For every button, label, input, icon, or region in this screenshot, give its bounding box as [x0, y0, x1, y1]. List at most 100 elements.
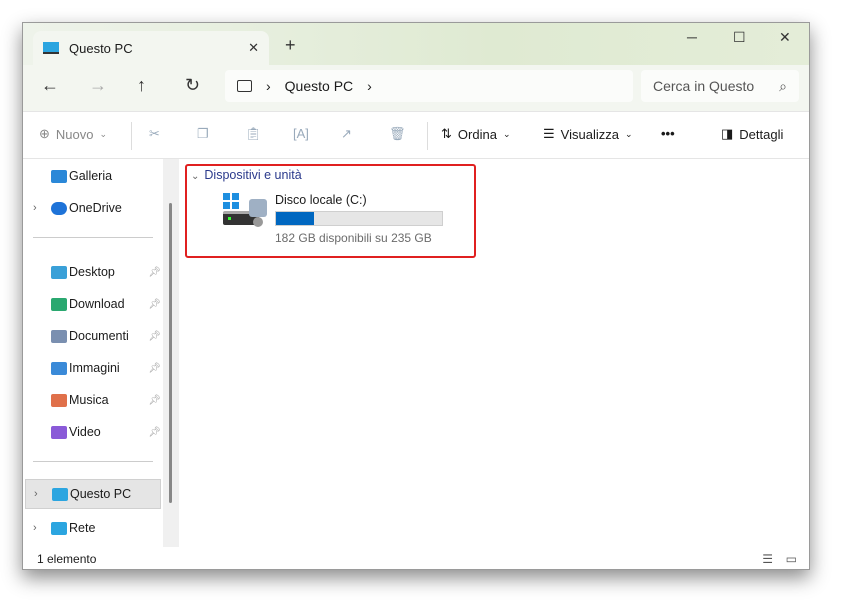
- desktop-folder-icon: [51, 265, 67, 279]
- pictures-folder-icon: [51, 361, 67, 375]
- drive-c-item[interactable]: Disco locale (C:) 182 GB disponibili su …: [223, 191, 453, 245]
- pin-icon[interactable]: 📌︎: [148, 363, 161, 374]
- divider: [427, 122, 428, 150]
- chevron-down-icon[interactable]: ⌄: [191, 171, 199, 182]
- minimize-icon[interactable]: ─: [687, 29, 697, 45]
- search-placeholder: Cerca in Questo: [653, 78, 755, 94]
- computer-icon: [43, 42, 59, 54]
- sidebar-item-documenti[interactable]: Documenti 📌︎: [33, 321, 161, 351]
- chevron-right-icon[interactable]: ›: [33, 202, 51, 214]
- back-icon[interactable]: ←: [41, 75, 59, 96]
- video-folder-icon: [51, 425, 67, 439]
- scrollbar-thumb[interactable]: [169, 203, 172, 503]
- download-folder-icon: [51, 297, 67, 311]
- up-icon[interactable]: ↑: [137, 75, 146, 96]
- delete-icon[interactable]: 🗑︎: [389, 126, 406, 142]
- group-label: Dispositivi e unità: [204, 168, 302, 182]
- tiles-view-icon[interactable]: ▭: [786, 552, 797, 566]
- tab-questo-pc[interactable]: Questo PC ✕: [33, 31, 269, 65]
- breadcrumb-questo-pc[interactable]: Questo PC: [285, 78, 353, 94]
- new-button[interactable]: ⊕ Nuovo ⌄: [39, 126, 107, 142]
- sidebar-item-onedrive[interactable]: › OneDrive: [33, 193, 161, 223]
- pin-icon[interactable]: 📌︎: [148, 427, 161, 438]
- pin-icon[interactable]: 📌︎: [148, 299, 161, 310]
- address-bar[interactable]: › Questo PC ›: [225, 70, 633, 102]
- details-view-icon[interactable]: ☰: [762, 552, 773, 566]
- pin-icon[interactable]: 📌︎: [148, 267, 161, 278]
- copy-icon[interactable]: ❐: [197, 126, 209, 142]
- sidebar-item-label: Documenti: [69, 329, 129, 343]
- search-icon: ⌕: [779, 77, 787, 94]
- sidebar-item-label: Galleria: [69, 169, 113, 183]
- view-label: Visualizza: [560, 126, 619, 142]
- refresh-icon[interactable]: ↻: [185, 75, 200, 96]
- cloud-icon: [51, 201, 67, 215]
- chevron-right-icon[interactable]: ›: [33, 522, 51, 534]
- share-icon[interactable]: ↗: [341, 126, 352, 142]
- pin-icon[interactable]: 📌︎: [148, 395, 161, 406]
- drive-usage-bar: [275, 211, 443, 226]
- content-area: ⌄ Dispositivi e unità Disco locale (C:) 1…: [181, 159, 809, 547]
- group-header[interactable]: ⌄ Dispositivi e unità: [191, 168, 302, 182]
- tab-title: Questo PC: [69, 40, 133, 56]
- new-tab-icon[interactable]: +: [285, 35, 296, 56]
- maximize-icon[interactable]: ☐: [733, 29, 746, 46]
- paste-icon[interactable]: 📋︎: [245, 126, 262, 142]
- new-label: Nuovo: [55, 126, 94, 142]
- divider: [33, 237, 153, 238]
- music-folder-icon: [51, 393, 67, 407]
- plus-circle-icon: ⊕: [39, 126, 50, 141]
- sidebar-item-label: Video: [69, 425, 101, 439]
- sidebar-item-download[interactable]: Download 📌︎: [33, 289, 161, 319]
- drive-free-space: 182 GB disponibili su 235 GB: [275, 231, 432, 245]
- chevron-right-icon[interactable]: ›: [367, 78, 372, 94]
- gallery-icon: [51, 169, 67, 183]
- drive-usage-fill: [276, 212, 314, 225]
- pin-icon[interactable]: 📌︎: [148, 331, 161, 342]
- rename-icon[interactable]: [A]: [293, 126, 309, 141]
- sidebar-item-immagini[interactable]: Immagini 📌︎: [33, 353, 161, 383]
- sidebar-item-label: Rete: [69, 521, 96, 535]
- cut-icon[interactable]: ✂: [149, 126, 160, 142]
- sidebar-item-label: Musica: [69, 393, 109, 407]
- sidebar-item-video[interactable]: Video 📌︎: [33, 417, 161, 447]
- navigation-pane: Galleria › OneDrive Desktop 📌︎ Download 📌︎ …: [23, 159, 173, 547]
- sidebar-item-musica[interactable]: Musica 📌︎: [33, 385, 161, 415]
- navigation-bar: ← → ↑ ↻ › Questo PC › Cerca in Questo ⌕: [23, 65, 809, 111]
- more-options-button[interactable]: •••: [661, 126, 675, 141]
- sort-label: Ordina: [457, 126, 497, 142]
- sidebar-item-galleria[interactable]: Galleria: [33, 161, 161, 191]
- details-button[interactable]: ◨ Dettagli: [721, 126, 783, 142]
- view-icon: ☰: [543, 126, 555, 141]
- details-label: Dettagli: [739, 126, 784, 142]
- sidebar-item-label: Questo PC: [70, 487, 132, 501]
- command-bar: ⊕ Nuovo ⌄ ✂ ❐ 📋︎ [A] ↗ 🗑︎ ⇅ Ordina ⌄ ☰ Visual…: [23, 111, 809, 159]
- sort-button[interactable]: ⇅ Ordina ⌄: [441, 126, 510, 142]
- sort-icon: ⇅: [441, 126, 452, 141]
- view-button[interactable]: ☰ Visualizza ⌄: [543, 126, 633, 142]
- sidebar-item-label: Download: [69, 297, 125, 311]
- divider: [131, 122, 132, 150]
- documents-folder-icon: [51, 329, 67, 343]
- drive-icon: [223, 193, 269, 231]
- chevron-right-icon[interactable]: ›: [266, 78, 271, 94]
- item-count: 1 elemento: [37, 552, 97, 566]
- search-input[interactable]: Cerca in Questo ⌕: [641, 70, 799, 102]
- sidebar-item-label: Desktop: [69, 265, 115, 279]
- chevron-right-icon[interactable]: ›: [34, 488, 52, 500]
- close-tab-icon[interactable]: ✕: [248, 40, 259, 56]
- sidebar-scrollbar[interactable]: [163, 159, 179, 547]
- sidebar-item-rete[interactable]: › Rete: [33, 513, 161, 543]
- file-explorer-window: Questo PC ✕ + ─ ☐ ✕ ← → ↑ ↻ › Questo PC …: [22, 22, 810, 570]
- computer-icon: [52, 487, 68, 501]
- sidebar-item-questo-pc[interactable]: › Questo PC: [25, 479, 161, 509]
- forward-icon[interactable]: →: [89, 75, 107, 96]
- close-window-icon[interactable]: ✕: [779, 29, 791, 46]
- divider: [33, 461, 153, 462]
- status-bar: 1 elemento ☰ ▭: [23, 547, 809, 569]
- sidebar-item-desktop[interactable]: Desktop 📌︎: [33, 257, 161, 287]
- network-icon: [51, 521, 67, 535]
- sidebar-item-label: Immagini: [69, 361, 120, 375]
- details-pane-icon: ◨: [721, 126, 734, 141]
- drive-name: Disco locale (C:): [275, 193, 367, 207]
